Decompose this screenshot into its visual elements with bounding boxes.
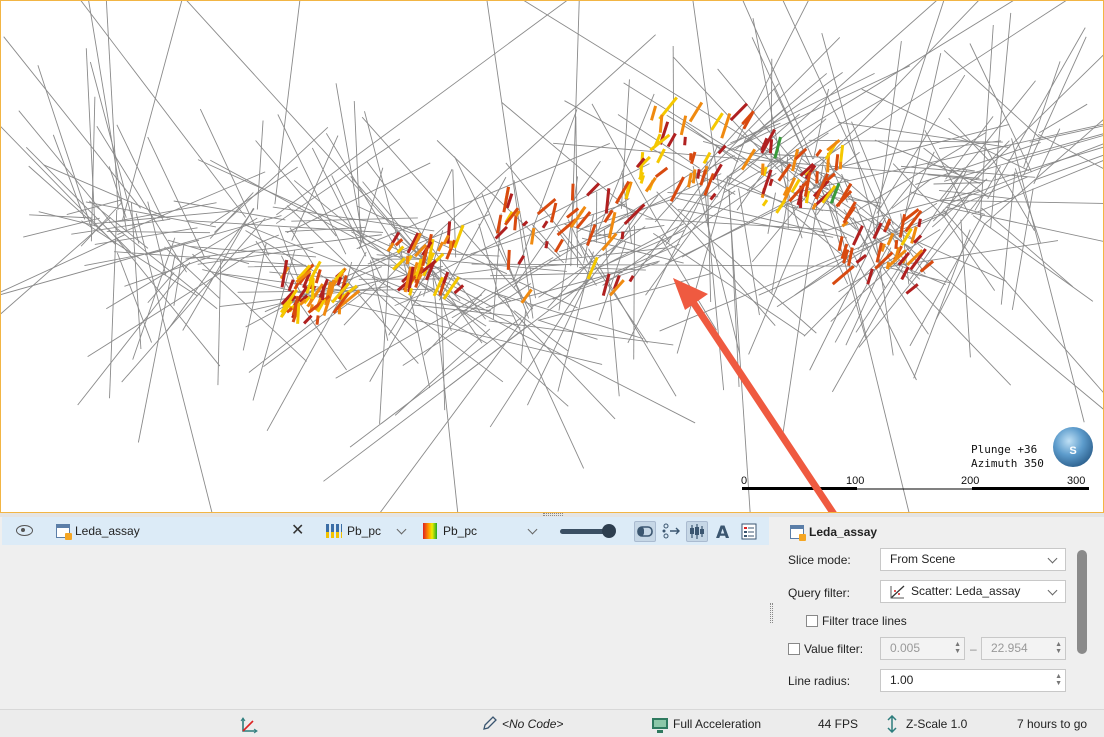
value-filter-checkbox[interactable] [788,643,800,655]
layer-name: Leda_assay [75,524,140,538]
text-label-icon[interactable]: A [712,521,734,543]
properties-panel: Leda_assay Slice mode: From Scene Query … [775,517,1104,709]
monitor-icon [652,718,668,733]
plunge-label: Plunge +36 [971,443,1038,456]
acceleration-label: Full Acceleration [673,717,762,731]
z-scale-arrows-icon[interactable] [886,715,898,733]
code-label[interactable]: <No Code> [502,717,563,731]
properties-scrollbar[interactable] [1077,550,1087,654]
spinner-arrows-icon: ▲ ▼ [954,641,961,655]
fps-label: 44 FPS [818,717,859,731]
axes-icon[interactable] [240,716,258,734]
status-bar: <No Code> Full Acceleration 44 FPS Z-Sca… [0,709,1104,737]
scale-bar [742,487,1089,490]
colormap-chevron-down-icon[interactable] [527,524,538,535]
query-filter-select[interactable]: Scatter: Leda_assay [880,580,1066,603]
colormap-select[interactable]: Pb_pc [443,524,477,538]
z-scale-label[interactable]: Z-Scale 1.0 [906,717,967,731]
slice-mode-label: Slice mode: [788,553,851,567]
chevron-down-icon [1047,585,1058,596]
table-icon [56,524,72,540]
remove-layer-close-icon[interactable]: ✕ [291,523,304,539]
value-filter-min-input[interactable]: 0.005 ▲ ▼ [880,637,965,660]
drillhole-traces [1,1,1103,512]
scale-tick-0: 0 [741,475,748,487]
orientation-readout: Plunge +36 Azimuth 350 [971,443,1044,471]
svg-text:A: A [716,523,730,542]
value-filter-label: Value filter: [804,642,864,656]
candlestick-display-icon[interactable] [686,521,708,542]
filter-trace-lines-checkbox[interactable] [806,615,818,627]
properties-title: Leda_assay [809,525,878,539]
shown-objects-panel: Leda_assay ✕ Pb_pc Pb_pc A [0,517,769,709]
value-filter-max-input[interactable]: 22.954 ▲ ▼ [981,637,1066,660]
chevron-down-icon [1047,553,1058,564]
visibility-eye-icon[interactable] [16,525,33,536]
scale-tick-300: 300 [1067,475,1086,487]
pencil-icon[interactable] [481,716,497,732]
scale-tick-200: 200 [961,475,980,487]
opacity-slider-handle[interactable] [602,524,616,538]
column-chevron-down-icon[interactable] [396,524,407,535]
slice-mode-select[interactable]: From Scene [880,548,1066,571]
scatter-filter-icon [890,585,905,599]
scale-tick-100: 100 [846,475,865,487]
azimuth-label: Azimuth 350 [971,457,1044,470]
time-remaining-label: 7 hours to go [1017,717,1088,731]
column-select[interactable]: Pb_pc [347,524,381,538]
line-radius-input[interactable]: 1.00 ▲ ▼ [880,669,1066,692]
colormap-gradient-icon [423,523,437,539]
layer-row[interactable]: Leda_assay ✕ Pb_pc Pb_pc A [2,517,769,545]
query-filter-label: Query filter: [788,586,851,600]
value-range-separator: – [970,642,977,656]
line-radius-label: Line radius: [788,674,851,688]
legend-list-icon[interactable] [738,521,760,542]
compass-globe-icon[interactable]: S [1053,427,1093,467]
slice-toggle-icon[interactable] [634,521,656,542]
spinner-arrows-icon: ▲ ▼ [1055,641,1062,655]
table-icon [790,525,806,541]
filter-points-icon[interactable] [660,521,682,542]
spinner-arrows-icon[interactable]: ▲ ▼ [1055,673,1062,687]
column-bars-icon [326,524,342,538]
filter-trace-lines-label: Filter trace lines [822,614,907,628]
scene-viewport[interactable]: Plunge +36 Azimuth 350 S 0 100 200 300 [0,0,1104,513]
